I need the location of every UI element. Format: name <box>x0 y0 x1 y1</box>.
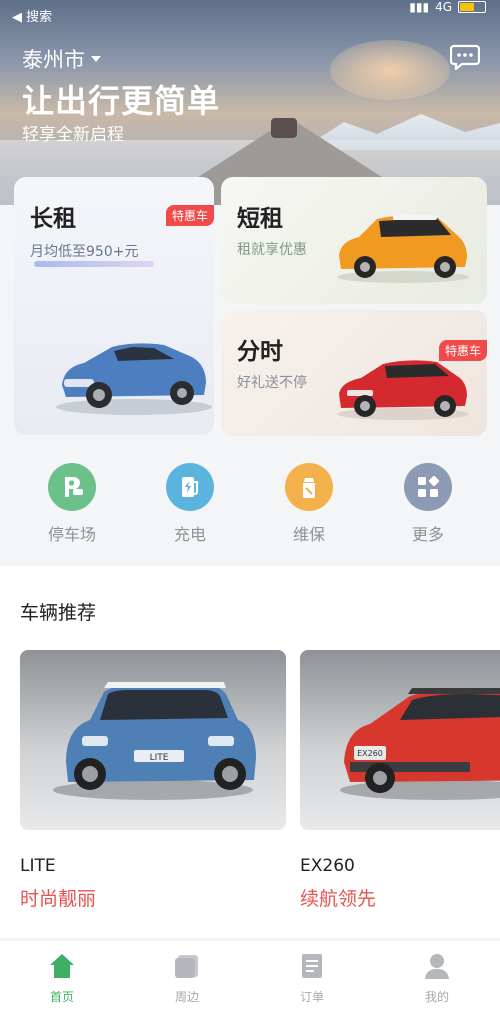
card-long-subtitle: 月均低至950+元 <box>30 244 139 260</box>
vehicle-name: EX260 <box>300 856 355 876</box>
service-charging[interactable]: 充电 <box>150 463 230 545</box>
vehicle-image: EX260 <box>300 650 500 830</box>
tab-nearby[interactable]: 周边 <box>147 951 227 1005</box>
card-long-tag: 特惠车 <box>165 205 214 226</box>
car-plate-text: EX260 <box>357 749 383 758</box>
hero-slogan: 让出行更简单 <box>22 82 221 120</box>
hero-car <box>271 118 297 138</box>
signal-icon: ▮▮▮ <box>409 0 430 14</box>
network-label: 4G <box>435 0 452 14</box>
vehicle-card-lite[interactable]: LITE LITE 时尚靓丽 <box>20 650 286 911</box>
tab-label: 我的 <box>424 990 449 1004</box>
card-short-title: 短租 <box>237 206 283 232</box>
hero-sky-glow <box>330 40 450 100</box>
service-more[interactable]: 更多 <box>388 463 468 545</box>
parking-icon <box>48 463 96 511</box>
maintenance-icon <box>285 463 333 511</box>
status-back-search[interactable]: ◀ 搜索 <box>12 6 52 25</box>
vehicle-card-ex260[interactable]: EX260 EX260 续航领先 <box>300 650 500 911</box>
profile-icon <box>425 954 449 979</box>
card-short-rent[interactable]: 短租 租就享优惠 <box>221 177 487 304</box>
status-indicators: ▮▮▮ 4G <box>409 0 486 14</box>
tab-profile[interactable]: 我的 <box>397 951 477 1005</box>
tab-label: 首页 <box>49 990 74 1004</box>
section-title: 车辆推荐 <box>20 602 97 624</box>
home-icon <box>50 954 74 978</box>
service-maintenance[interactable]: 维保 <box>269 463 349 545</box>
card-hourly-rent[interactable]: 分时 好礼送不停 特惠车 <box>221 310 487 436</box>
card-hourly-subtitle: 好礼送不停 <box>237 375 307 391</box>
hero-subtitle: 轻享全新启程 <box>22 125 124 145</box>
service-label: 充电 <box>173 525 206 544</box>
red-ex260-suv-image: EX260 <box>340 688 500 800</box>
vehicle-name: LITE <box>20 856 56 876</box>
tab-label: 周边 <box>174 990 199 1004</box>
car-plate-text: LITE <box>150 753 169 763</box>
order-icon <box>302 954 322 978</box>
hero-banner[interactable]: ◀ 搜索 ▮▮▮ 4G 泰州市 让出行更简单 轻享全新启程 <box>0 0 500 205</box>
card-hourly-title: 分时 <box>237 339 283 365</box>
card-long-title: 长租 <box>30 206 76 232</box>
chevron-down-icon <box>91 56 101 62</box>
nearby-icon <box>175 955 198 978</box>
card-short-subtitle: 租就享优惠 <box>237 242 307 258</box>
vehicle-slogan: 续航领先 <box>300 888 377 910</box>
charging-icon <box>166 463 214 511</box>
city-label: 泰州市 <box>22 48 85 72</box>
orange-car-image <box>337 215 469 283</box>
vehicle-recommend-section: 车辆推荐 LITE LITE 时尚靓丽 EX260 EX260 续航领先 <box>0 566 500 938</box>
service-label: 停车场 <box>47 525 96 544</box>
blue-suv-image <box>56 343 212 415</box>
message-icon[interactable] <box>450 44 480 70</box>
red-sedan-image <box>337 360 469 420</box>
service-parking[interactable]: 停车场 <box>32 463 112 545</box>
vehicle-image: LITE <box>20 650 286 830</box>
city-selector[interactable]: 泰州市 <box>22 44 101 74</box>
blue-lite-car-image: LITE <box>53 682 256 800</box>
battery-icon <box>458 1 486 13</box>
service-label: 更多 <box>411 525 444 544</box>
more-grid-icon <box>404 463 452 511</box>
service-grid: 停车场 充电 维保 更多 <box>0 445 500 560</box>
tab-label: 订单 <box>299 990 324 1004</box>
card-long-rent[interactable]: 长租 月均低至950+元 特惠车 <box>14 177 214 435</box>
bottom-tab-bar: 首页 周边 订单 我的 <box>0 940 500 1023</box>
vehicle-slogan: 时尚靓丽 <box>20 888 97 910</box>
tab-home[interactable]: 首页 <box>22 951 102 1005</box>
subtitle-underline <box>34 261 154 267</box>
service-label: 维保 <box>292 525 325 544</box>
tab-orders[interactable]: 订单 <box>272 951 352 1005</box>
